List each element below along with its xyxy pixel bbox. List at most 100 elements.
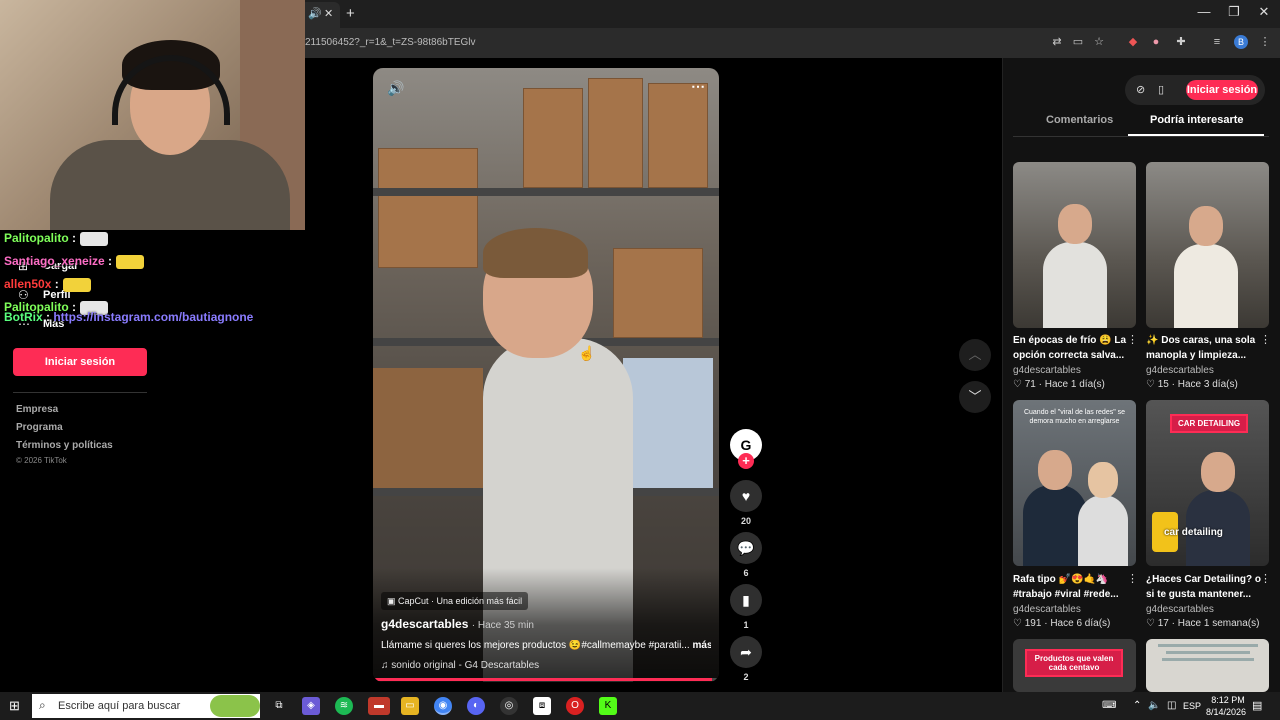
video-progress-bar[interactable] [373, 678, 719, 681]
cast-icon[interactable]: ▭ [1070, 34, 1086, 50]
video-person-hair [483, 228, 588, 278]
browser-menu-icon[interactable]: ⋮ [1257, 34, 1273, 50]
tab-audio-icon[interactable]: 🔊 [308, 7, 322, 20]
footer-link-empresa[interactable]: Empresa [16, 404, 58, 415]
footer-link-terminos[interactable]: Términos y políticas [16, 440, 113, 451]
video-more-icon[interactable]: ⋯ [691, 78, 705, 95]
thumb-person-face [1189, 206, 1223, 246]
next-video-button[interactable]: ﹀ [959, 381, 991, 413]
share-button[interactable]: ➦ [730, 636, 762, 668]
chat-link[interactable]: https://instagram.com/bautiagnone [53, 310, 253, 324]
suggested-video-author[interactable]: g4descartables [1146, 604, 1214, 615]
volume-tray-icon[interactable]: 🔈 [1148, 700, 1160, 711]
obs-icon[interactable]: ◎ [500, 697, 518, 715]
extensions-puzzle-icon[interactable]: ✚ [1173, 34, 1189, 50]
caption-more-link[interactable]: más [692, 640, 711, 651]
sidebar-divider [13, 392, 147, 393]
capcut-label[interactable]: ▣ CapCut · Una edición más fácil [381, 592, 529, 610]
post-age: Hace 1 día(s) [1044, 379, 1105, 390]
suggested-video-author[interactable]: g4descartables [1013, 604, 1081, 615]
thumb-overlay-line [1166, 651, 1250, 654]
thumb-overlay-line [1162, 658, 1254, 661]
card-menu-icon[interactable]: ⋮ [1260, 333, 1271, 346]
footer-link-programa[interactable]: Programa [16, 422, 63, 433]
new-tab-button[interactable]: + [346, 5, 355, 22]
translate-icon[interactable]: ⇄ [1049, 34, 1065, 50]
suggested-video-thumbnail[interactable] [1013, 162, 1136, 328]
app-icon[interactable]: ▬ [368, 697, 390, 715]
clock-date[interactable]: 8/14/2026 [1202, 707, 1250, 717]
thumb-badge: CAR DETAILING [1170, 414, 1249, 433]
login-button-sidebar[interactable]: Iniciar sesión [13, 348, 147, 376]
minimize-button[interactable]: — [1189, 4, 1219, 19]
suggested-video-title[interactable]: ¿Haces Car Detailing? o si te gusta mant… [1146, 572, 1264, 602]
compass-icon[interactable]: ⊘ [1136, 83, 1145, 96]
tab-podria-interesarte[interactable]: Podría interesarte [1150, 114, 1244, 126]
copilot-icon[interactable]: ◈ [302, 697, 320, 715]
previous-video-button[interactable]: ︿ [959, 339, 991, 371]
notifications-icon[interactable]: ▤ [1252, 699, 1262, 712]
bookmark-icon: ▮ [742, 592, 750, 608]
comment-button[interactable]: 💬 [730, 532, 762, 564]
kick-icon[interactable]: K [599, 697, 617, 715]
window-close-button[interactable]: ✕ [1249, 4, 1279, 20]
file-explorer-icon[interactable]: ▭ [401, 697, 419, 715]
suggested-video-author[interactable]: g4descartables [1146, 365, 1214, 376]
suggested-video-thumbnail[interactable] [1146, 639, 1269, 692]
thumb-person-body [1174, 244, 1238, 328]
extension-fox-icon[interactable]: ◆ [1125, 34, 1141, 50]
discord-icon[interactable]: ◐ [467, 697, 485, 715]
clock-time[interactable]: 8:12 PM [1208, 695, 1248, 705]
network-icon[interactable]: ◫ [1167, 700, 1176, 711]
url-field[interactable]: 211506452?_r=1&_t=ZS-98t86bTEGlv [305, 37, 476, 48]
tab-comentarios[interactable]: Comentarios [1046, 114, 1113, 126]
restore-button[interactable]: ❐ [1219, 4, 1249, 20]
mouse-cursor-icon: ☝ [578, 345, 596, 361]
capcut-app-icon[interactable]: ⧈ [533, 697, 551, 715]
bookmark-star-icon[interactable]: ☆ [1091, 34, 1107, 50]
browser-tab[interactable]: 🔊 ✕ [300, 2, 340, 28]
video-player[interactable]: 🔊 ⋯ ▣ CapCut · Una edición más fácil g4d… [373, 68, 719, 682]
video-box [613, 248, 703, 338]
suggested-video-author[interactable]: g4descartables [1013, 365, 1081, 376]
follow-plus-icon[interactable]: + [738, 453, 754, 469]
video-author[interactable]: g4descartables · Hace 35 min [381, 617, 534, 631]
opera-icon[interactable]: O [566, 697, 584, 715]
suggested-video-thumbnail[interactable] [1146, 162, 1269, 328]
tray-chevron-icon[interactable]: ⌃ [1133, 700, 1141, 711]
language-indicator[interactable]: ESP [1183, 701, 1201, 711]
active-tab-indicator [1128, 134, 1264, 136]
card-menu-icon[interactable]: ⋮ [1127, 572, 1138, 585]
like-button[interactable]: ♥ [730, 480, 762, 512]
post-age: Hace 3 día(s) [1177, 379, 1238, 390]
suggested-video-title[interactable]: En épocas de frío 😩 La opción correcta s… [1013, 333, 1131, 363]
windows-start-icon[interactable]: ⊞ [9, 698, 20, 714]
volume-icon[interactable]: 🔊 [387, 80, 404, 97]
suggested-video-title[interactable]: Rafa tipo 💅😍🤙🦄 #trabajo #viral #rede... [1013, 572, 1131, 602]
phone-icon[interactable]: ▯ [1158, 83, 1164, 96]
card-menu-icon[interactable]: ⋮ [1260, 572, 1271, 585]
suggested-video-meta: ♡ 71 · Hace 1 día(s) [1013, 379, 1105, 390]
suggested-video-thumbnail[interactable]: CAR DETAILING car detailing [1146, 400, 1269, 566]
suggested-video-title[interactable]: ✨ Dos caras, una sola manopla y limpieza… [1146, 333, 1264, 363]
sound-name[interactable]: sonido original - G4 Descartables [391, 660, 539, 671]
profile-avatar[interactable]: B [1234, 35, 1248, 49]
chat-user: BotRix [4, 310, 43, 324]
task-view-icon[interactable]: ⧉ [270, 697, 288, 715]
login-button-header[interactable]: Iniciar sesión [1186, 80, 1258, 100]
card-menu-icon[interactable]: ⋮ [1127, 333, 1138, 346]
suggested-video-thumbnail[interactable]: Productos que valen cada centavo [1013, 639, 1136, 692]
chrome-icon[interactable]: ◉ [434, 697, 452, 715]
save-button[interactable]: ▮ [730, 584, 762, 616]
author-name[interactable]: g4descartables [381, 617, 468, 631]
keyboard-icon[interactable]: ⌨ [1102, 700, 1116, 711]
video-sound[interactable]: ♫ sonido original - G4 Descartables [381, 660, 539, 671]
chat-colon: : [51, 277, 59, 291]
spotify-icon[interactable]: ≋ [335, 697, 353, 715]
suggested-video-thumbnail[interactable]: Cuando el "viral de las redes" se demora… [1013, 400, 1136, 566]
video-caption: Llámame si queres los mejores productos … [381, 640, 711, 651]
search-icon: ⌕ [39, 698, 46, 712]
extension-color-icon[interactable]: ● [1148, 34, 1164, 50]
media-control-icon[interactable]: ≡ [1209, 34, 1225, 50]
tab-close-icon[interactable]: ✕ [324, 7, 333, 20]
